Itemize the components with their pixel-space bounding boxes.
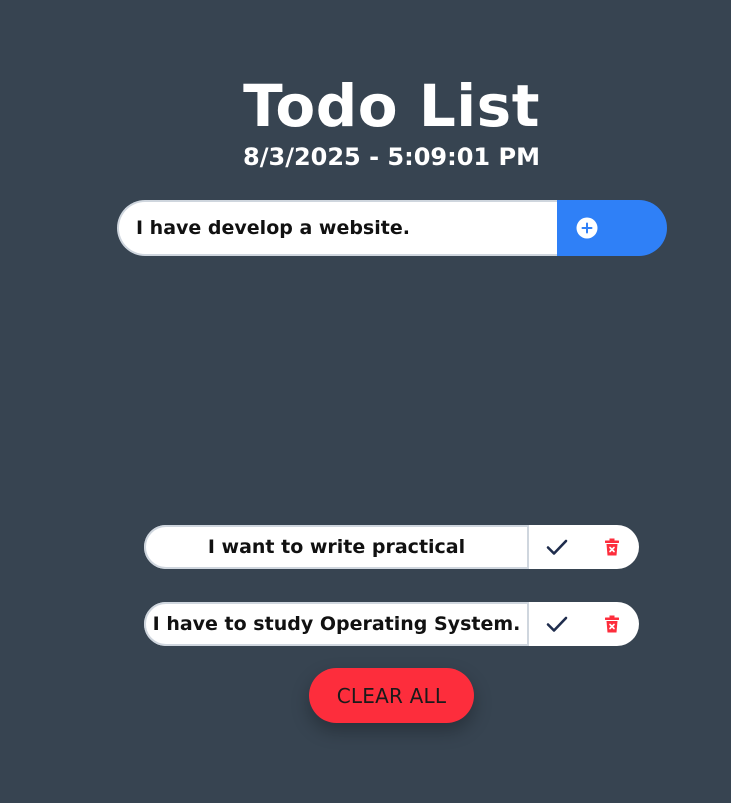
current-datetime: 8/3/2025 - 5:09:01 PM [243,142,540,171]
todo-item-text: I have to study Operating System. [144,602,529,646]
complete-todo-button[interactable] [529,525,584,569]
add-todo-button[interactable] [557,200,667,256]
trash-icon [604,538,619,556]
check-icon [546,539,567,555]
page-title: Todo List [243,71,540,140]
todo-item: I want to write practical [144,525,639,569]
check-icon [546,616,567,632]
plus-circle-icon [576,217,598,239]
delete-todo-button[interactable] [584,525,639,569]
clear-all-button[interactable]: CLEAR ALL [309,668,474,723]
delete-todo-button[interactable] [584,602,639,646]
trash-icon [604,615,619,633]
todo-input[interactable] [117,200,557,256]
add-todo-form [117,200,667,256]
todo-item-text: I want to write practical [144,525,529,569]
complete-todo-button[interactable] [529,602,584,646]
todo-item: I have to study Operating System. [144,602,639,646]
